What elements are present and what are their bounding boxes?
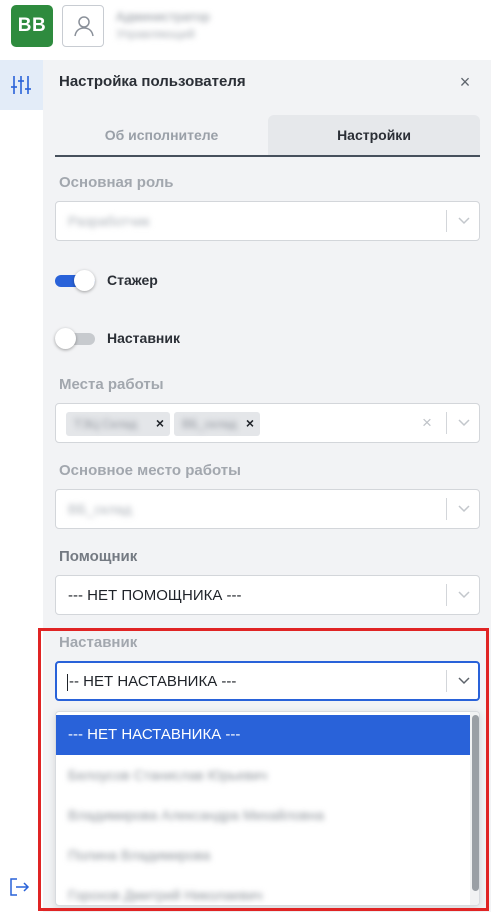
user-name: Администратор	[116, 9, 210, 24]
main-role-label: Основная роль	[59, 174, 174, 191]
mentor-option-label: Белоусов Станислав Юрьевич	[68, 767, 268, 783]
chevron-down-icon	[458, 591, 470, 599]
sliders-icon	[11, 76, 31, 94]
close-icon[interactable]: ×	[455, 73, 475, 93]
workplaces-multiselect[interactable]: ТЭЦ Склад × ВБ_склад × ×	[55, 403, 480, 443]
logout-button[interactable]	[8, 876, 30, 903]
mentor-select[interactable]: -- НЕТ НАСТАВНИКА ---	[55, 661, 480, 701]
trainee-toggle-label: Стажер	[107, 272, 158, 288]
chevron-down-icon	[458, 505, 470, 513]
settings-rail-button[interactable]	[0, 60, 43, 110]
select-divider	[446, 412, 447, 434]
tab-about-executor[interactable]: Об исполнителе	[55, 115, 268, 155]
panel-title: Настройка пользователя	[59, 73, 246, 90]
select-divider	[446, 670, 447, 692]
remove-chip-icon[interactable]: ×	[246, 415, 254, 431]
trainee-toggle[interactable]	[55, 269, 95, 291]
select-divider	[446, 210, 447, 232]
workplaces-label: Места работы	[59, 376, 164, 393]
toggle-knob	[55, 328, 76, 349]
mentor-option[interactable]: Горохов Дмитрий Николаевич	[56, 875, 470, 905]
mentor-option-label: Полина Владимирова	[68, 847, 211, 863]
workplace-chip-label: ТЭЦ Склад	[74, 417, 137, 431]
remove-chip-icon[interactable]: ×	[156, 415, 164, 431]
mentor-label: Наставник	[59, 634, 138, 651]
select-divider	[446, 498, 447, 520]
mentor-option-label: Владимирова Александра Михайловна	[68, 807, 324, 823]
mentor-dropdown-menu: --- НЕТ НАСТАВНИКА --- Белоусов Станисла…	[55, 711, 480, 906]
mentor-option-label: Горохов Дмитрий Николаевич	[68, 887, 263, 903]
toggle-knob	[74, 270, 95, 291]
logout-icon	[10, 878, 30, 896]
mentor-toggle[interactable]	[55, 327, 95, 349]
mentor-option[interactable]: Полина Владимирова	[56, 835, 470, 875]
mentor-toggle-label: Наставник	[107, 330, 181, 346]
assistant-label: Помощник	[59, 548, 138, 565]
left-rail	[0, 56, 43, 912]
main-workplace-select[interactable]: ВБ_склад	[55, 489, 480, 529]
user-icon	[74, 16, 94, 37]
chevron-down-icon	[458, 677, 470, 685]
text-caret	[67, 674, 68, 691]
mentor-option[interactable]: Владимирова Александра Михайловна	[56, 795, 470, 835]
tab-bar: Об исполнителе Настройки	[55, 115, 480, 157]
clear-all-icon[interactable]: ×	[422, 413, 432, 433]
workplace-chip: ВБ_склад ×	[174, 412, 260, 436]
top-bar: BB Администратор Управляющий	[0, 0, 491, 56]
app-logo[interactable]: BB	[11, 5, 53, 47]
mentor-option[interactable]: Белоусов Станислав Юрьевич	[56, 755, 470, 795]
user-avatar[interactable]	[62, 5, 104, 47]
workplace-chip: ТЭЦ Склад ×	[66, 412, 170, 436]
chevron-down-icon	[458, 217, 470, 225]
panel-header: Настройка пользователя ×	[43, 60, 491, 106]
mentor-value: -- НЕТ НАСТАВНИКА ---	[69, 673, 237, 690]
user-role: Управляющий	[116, 27, 195, 41]
main-role-value: Разработчик	[68, 213, 150, 229]
assistant-select[interactable]: --- НЕТ ПОМОЩНИКА ---	[55, 575, 480, 615]
assistant-value: --- НЕТ ПОМОЩНИКА ---	[68, 587, 242, 604]
main-workplace-label: Основное место работы	[59, 462, 241, 479]
mentor-option[interactable]: --- НЕТ НАСТАВНИКА ---	[56, 715, 470, 755]
menu-scrollbar-thumb[interactable]	[472, 715, 479, 891]
main-role-select[interactable]: Разработчик	[55, 201, 480, 241]
tab-settings[interactable]: Настройки	[268, 115, 480, 155]
chevron-down-icon	[458, 419, 470, 427]
select-divider	[446, 584, 447, 606]
workplace-chip-label: ВБ_склад	[182, 417, 237, 431]
main-workplace-value: ВБ_склад	[68, 501, 132, 517]
